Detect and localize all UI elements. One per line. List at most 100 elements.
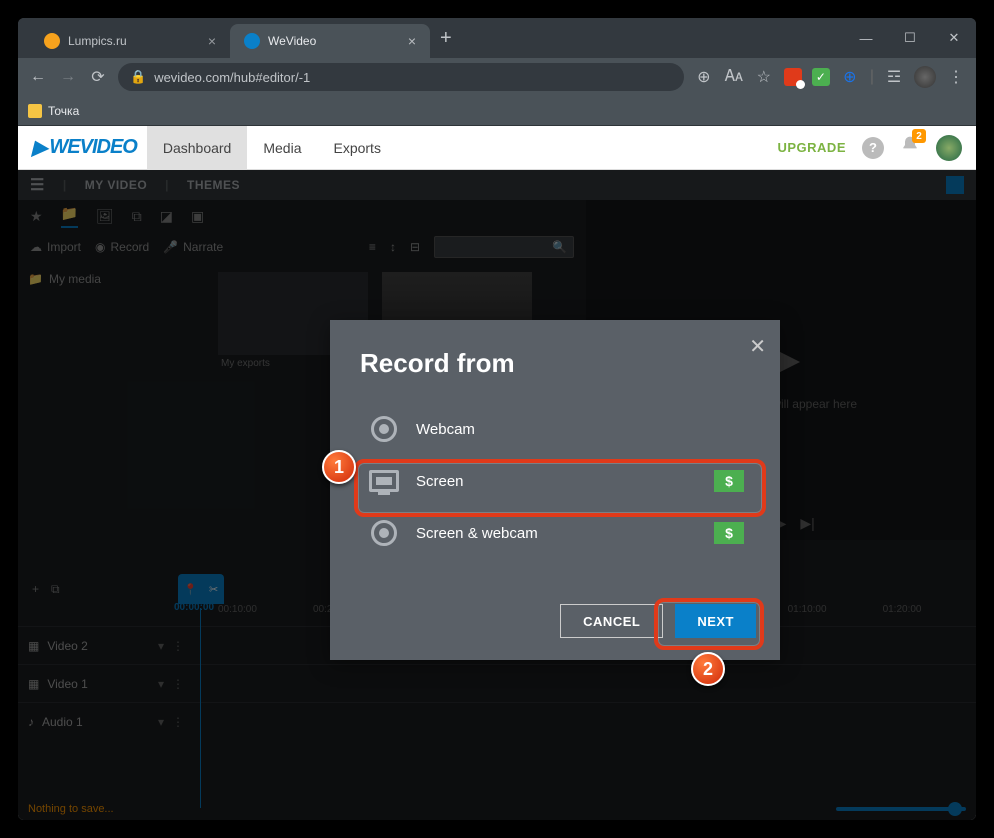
divider: |: [870, 68, 874, 86]
extension-icon[interactable]: [784, 68, 802, 86]
track-audio1[interactable]: ♪Audio 1 ▾⋮: [18, 702, 976, 740]
sort-icon[interactable]: ↕: [390, 240, 396, 254]
label: Video 1: [47, 677, 87, 691]
profile-icon[interactable]: [914, 66, 936, 88]
extension-icon[interactable]: ✓: [812, 68, 830, 86]
nav-media[interactable]: Media: [247, 126, 317, 170]
main-nav: Dashboard Media Exports: [147, 126, 397, 170]
url-field[interactable]: 🔒 wevideo.com/hub#editor/-1: [118, 63, 684, 91]
cloud-icon: ☁: [30, 240, 42, 254]
record-icon: ◉: [95, 240, 105, 254]
playhead-line[interactable]: [200, 608, 201, 808]
user-avatar[interactable]: [936, 135, 962, 161]
option-label: Webcam: [416, 421, 475, 438]
playhead-marker[interactable]: 📍 ✂: [178, 574, 224, 604]
label: Record: [111, 240, 150, 254]
chevron-down-icon[interactable]: ▾: [158, 639, 164, 653]
tab-strip: Lumpics.ru × WeVideo × +: [18, 18, 844, 58]
panel-toggle-icon[interactable]: [946, 176, 964, 194]
nav-exports[interactable]: Exports: [317, 126, 396, 170]
upgrade-button[interactable]: UPGRADE: [777, 140, 846, 155]
chevron-down-icon[interactable]: ▾: [158, 715, 164, 729]
zoom-icon[interactable]: ⊕: [694, 67, 714, 87]
tab-wevideo[interactable]: WeVideo ×: [230, 24, 430, 58]
screen-webcam-icon: [366, 519, 402, 547]
tree-item-my-media[interactable]: 📁 My media: [28, 272, 198, 286]
nav-dashboard[interactable]: Dashboard: [147, 126, 248, 170]
screen-icon: [366, 467, 402, 495]
window-controls: — ☐ ✕: [844, 18, 976, 58]
translate-icon[interactable]: 🗛: [724, 67, 744, 87]
new-tab-button[interactable]: +: [430, 27, 462, 50]
menu-icon[interactable]: ⋮: [946, 67, 966, 87]
slider-thumb[interactable]: [948, 802, 962, 816]
track-type-icon: ▦: [28, 677, 39, 691]
forward-icon[interactable]: →: [58, 67, 78, 87]
back-icon[interactable]: ←: [28, 67, 48, 87]
label: My media: [49, 272, 101, 286]
help-icon[interactable]: ?: [862, 137, 884, 159]
text-icon[interactable]: ▣: [191, 208, 204, 225]
view-icon[interactable]: ⊟: [410, 240, 420, 254]
reading-list-icon[interactable]: ☲: [884, 67, 904, 87]
search-input[interactable]: 🔍: [434, 236, 574, 258]
tab-lumpics[interactable]: Lumpics.ru ×: [30, 24, 230, 58]
next-frame-icon[interactable]: ▶|: [800, 515, 814, 532]
bookmark-bar: Точка: [18, 96, 976, 126]
logo-text: WEVIDEO: [49, 136, 136, 159]
narrate-button[interactable]: 🎤Narrate: [163, 240, 223, 254]
chevron-down-icon[interactable]: ▾: [158, 677, 164, 691]
reload-icon[interactable]: ⟳: [88, 67, 108, 87]
image-icon[interactable]: 🖼: [96, 208, 114, 225]
option-webcam[interactable]: Webcam: [360, 403, 750, 455]
more-icon[interactable]: ⋮: [172, 677, 184, 691]
ruler-mark: 00:10:00: [218, 604, 257, 622]
save-status: Nothing to save...: [28, 803, 114, 815]
folder-icon[interactable]: 📁: [61, 205, 78, 228]
playhead-time: 00:00:00: [174, 602, 214, 613]
track-video1[interactable]: ▦ Video 1 ▾ ⋮: [18, 664, 976, 702]
premium-icon: $: [714, 522, 744, 544]
star-icon[interactable]: ★: [30, 208, 43, 225]
menu-icon[interactable]: ☰: [30, 175, 45, 195]
extension-icon[interactable]: ⊕: [840, 67, 860, 87]
wevideo-logo[interactable]: ▶WEVIDEO: [32, 135, 137, 160]
next-button[interactable]: NEXT: [675, 604, 756, 638]
mic-icon: 🎤: [163, 240, 178, 254]
more-icon[interactable]: ⋮: [172, 639, 184, 653]
cancel-button[interactable]: CANCEL: [560, 604, 663, 638]
themes-tab[interactable]: THEMES: [187, 178, 240, 192]
close-icon[interactable]: ×: [408, 33, 416, 49]
zoom-slider[interactable]: [836, 807, 966, 811]
media-tree: 📁 My media: [18, 262, 208, 540]
option-screen[interactable]: Screen $: [360, 455, 750, 507]
cut-icon: ✂: [209, 583, 218, 596]
option-label: Screen & webcam: [416, 525, 538, 542]
timeline-footer: Nothing to save...: [18, 798, 976, 820]
maximize-icon[interactable]: ☐: [888, 30, 932, 46]
notifications-icon[interactable]: 2: [900, 135, 920, 160]
close-icon[interactable]: ✕: [932, 30, 976, 46]
transitions-icon[interactable]: ⧉: [132, 208, 142, 225]
badge: 2: [912, 129, 926, 143]
label: Video 2: [47, 639, 87, 653]
record-button[interactable]: ◉ Record: [95, 240, 149, 254]
project-name[interactable]: MY VIDEO: [85, 178, 147, 192]
effects-icon[interactable]: ◪: [160, 208, 173, 225]
modal-title: Record from: [360, 348, 750, 379]
more-icon[interactable]: ⋮: [172, 715, 184, 729]
label: Audio 1: [42, 715, 83, 729]
add-track-icon[interactable]: +: [32, 582, 39, 596]
import-button[interactable]: ☁Import: [30, 240, 81, 254]
option-screen-webcam[interactable]: Screen & webcam $: [360, 507, 750, 559]
webcam-icon: [366, 415, 402, 443]
close-icon[interactable]: ✕: [749, 334, 766, 359]
minimize-icon[interactable]: —: [844, 31, 888, 46]
close-icon[interactable]: ×: [208, 33, 216, 49]
bookmark-item[interactable]: Точка: [48, 104, 79, 118]
star-icon[interactable]: ☆: [754, 67, 774, 87]
play-icon: ▶: [32, 135, 46, 160]
copy-icon[interactable]: ⧉: [51, 582, 60, 597]
filter-icon[interactable]: ≡: [369, 240, 376, 254]
lock-icon: 🔒: [130, 69, 146, 85]
